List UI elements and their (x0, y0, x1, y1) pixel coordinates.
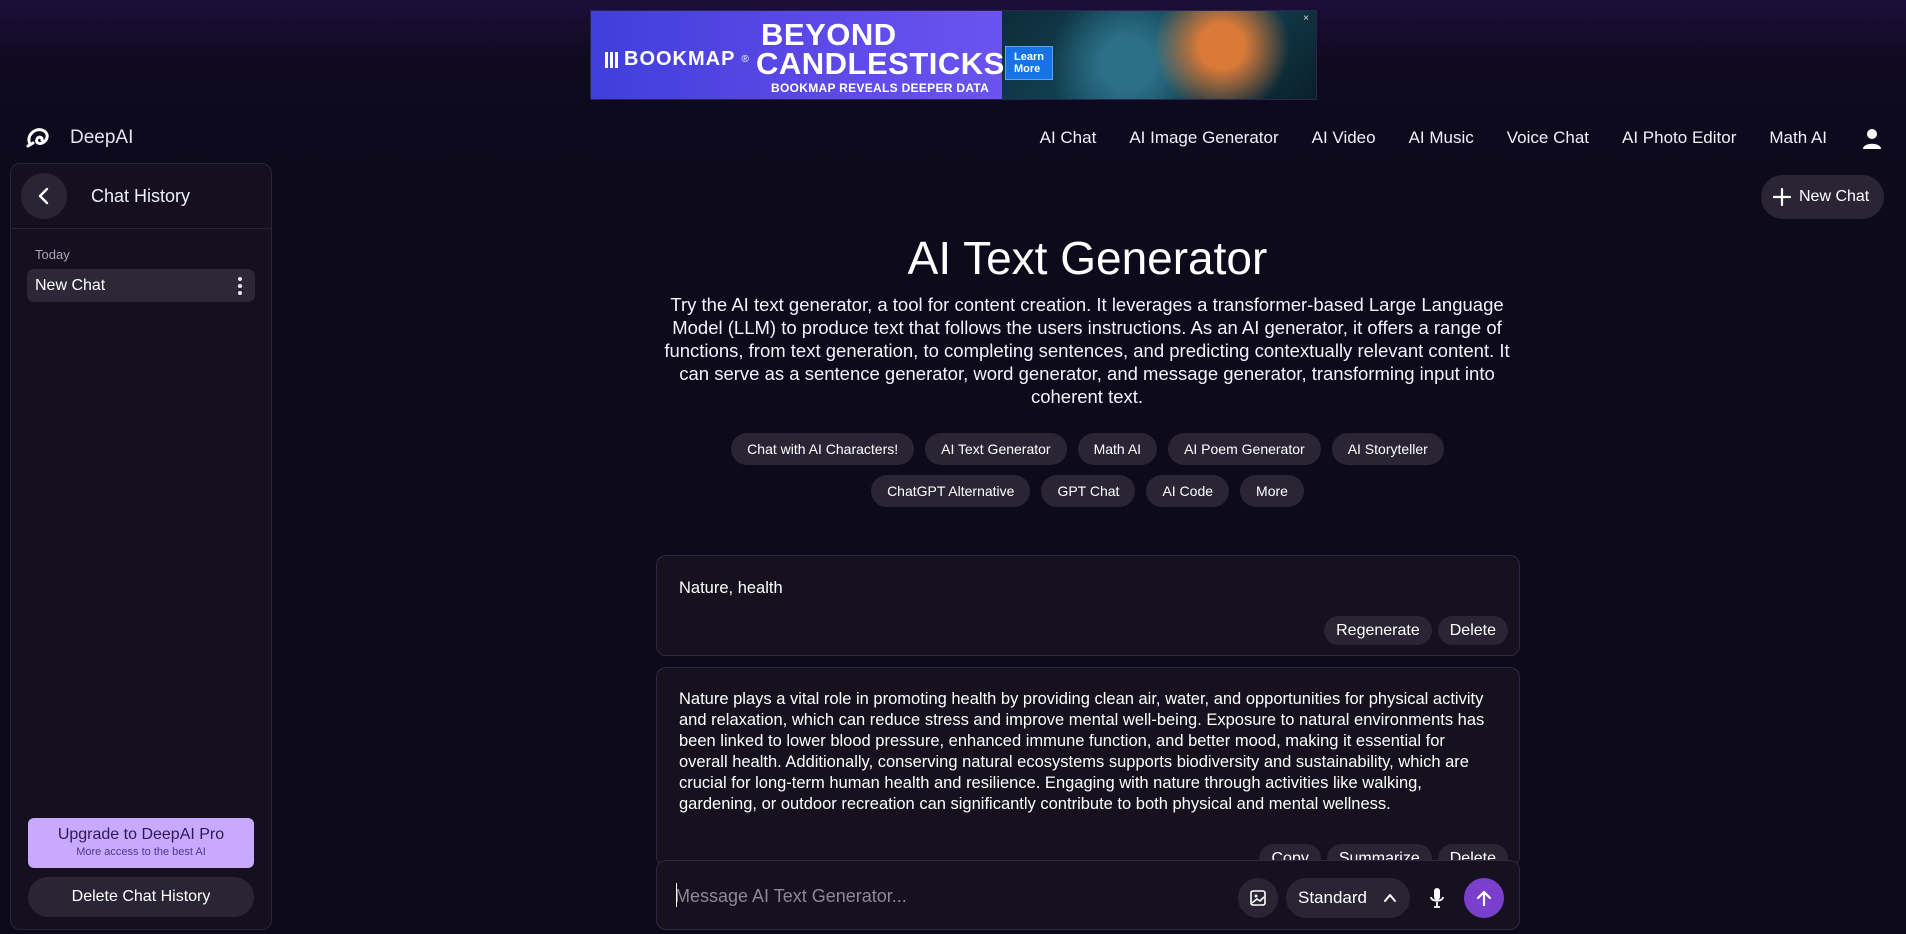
page-title: AI Text Generator (907, 232, 1268, 284)
ad-logo: BOOKMAP ® (605, 48, 750, 71)
chip-ai-storyteller[interactable]: AI Storyteller (1331, 433, 1444, 465)
ad-banner[interactable]: BOOKMAP ® BEYOND CANDLESTICKS BOOKMAP REV… (590, 10, 1317, 100)
new-chat-label: New Chat (1799, 188, 1870, 205)
mode-selector[interactable]: Standard (1286, 878, 1410, 918)
chip-ai-text-generator[interactable]: AI Text Generator (925, 433, 1067, 465)
ad-close-icon[interactable]: × (1300, 13, 1312, 25)
ad-left-panel: BOOKMAP ® BEYOND CANDLESTICKS BOOKMAP REV… (591, 11, 1053, 99)
chip-math-ai[interactable]: Math AI (1077, 433, 1158, 465)
user-message-card: Nature, health Regenerate Delete (656, 555, 1520, 656)
message-composer: Standard (656, 860, 1520, 930)
sidebar-title: Chat History (91, 185, 191, 206)
chip-more[interactable]: More (1240, 475, 1304, 507)
ad-brand: BOOKMAP (624, 48, 736, 70)
arrow-up-icon (1476, 890, 1492, 907)
upgrade-button[interactable]: Upgrade to DeepAI Pro More access to the… (28, 818, 254, 868)
nav-voice-chat[interactable]: Voice Chat (1507, 128, 1589, 148)
upgrade-subtitle: More access to the best AI (76, 846, 206, 858)
message-input[interactable] (675, 881, 1235, 911)
brand[interactable]: DeepAI (24, 124, 133, 152)
ad-subline: BOOKMAP REVEALS DEEPER DATA (771, 81, 990, 95)
page-description: Try the AI text generator, a tool for co… (664, 294, 1510, 407)
microphone-icon (1430, 888, 1444, 908)
nav-ai-chat[interactable]: AI Chat (1040, 128, 1097, 148)
collapse-sidebar-button[interactable] (21, 173, 67, 219)
nav-ai-photo-editor[interactable]: AI Photo Editor (1622, 128, 1736, 148)
chip-chat-with-ai-characters[interactable]: Chat with AI Characters! (731, 433, 915, 465)
chevron-up-icon (1384, 894, 1396, 902)
chevron-left-icon (38, 187, 49, 205)
new-chat-button[interactable]: New Chat (1761, 175, 1884, 219)
user-message-actions: Regenerate Delete (1324, 616, 1508, 645)
upgrade-title: Upgrade to DeepAI Pro (57, 826, 225, 843)
ai-response-text: Nature plays a vital role in promoting h… (679, 690, 1485, 813)
chip-gpt-chat[interactable]: GPT Chat (1041, 475, 1136, 507)
brand-name: DeepAI (70, 127, 134, 148)
nav-ai-music[interactable]: AI Music (1409, 128, 1474, 148)
nav-math-ai[interactable]: Math AI (1769, 128, 1827, 148)
deepai-logo-icon (26, 128, 49, 148)
delete-button[interactable]: Delete (1437, 616, 1508, 645)
image-icon (1250, 890, 1266, 906)
send-button[interactable] (1464, 878, 1504, 918)
bookmap-logo-icon (605, 51, 618, 68)
regenerate-button[interactable]: Regenerate (1324, 616, 1432, 645)
ad-learn-more-button[interactable]: Learn More (1005, 46, 1053, 80)
microphone-button[interactable] (1417, 878, 1457, 918)
tool-chips-row-2: ChatGPT Alternative GPT Chat AI Code Mor… (660, 475, 1515, 507)
ad-headline-2: CANDLESTICKS (756, 46, 1005, 81)
text-caret (676, 883, 677, 907)
chip-chatgpt-alternative[interactable]: ChatGPT Alternative (871, 475, 1031, 507)
nav-ai-video[interactable]: AI Video (1312, 128, 1376, 148)
ad-brand-mark: ® (741, 54, 750, 65)
mode-selector-value: Standard (1298, 888, 1367, 907)
chip-ai-code[interactable]: AI Code (1146, 475, 1230, 507)
tool-chips-row-1: Chat with AI Characters! AI Text Generat… (660, 433, 1515, 465)
chip-ai-poem-generator[interactable]: AI Poem Generator (1168, 433, 1321, 465)
plus-icon (1773, 188, 1791, 206)
user-message-text: Nature, health (679, 579, 783, 597)
attach-image-button[interactable] (1238, 878, 1278, 918)
ai-response-card: Nature plays a vital role in promoting h… (656, 667, 1520, 867)
nav-ai-image-generator[interactable]: AI Image Generator (1129, 128, 1278, 148)
user-icon[interactable] (1860, 126, 1884, 150)
top-nav: AI Chat AI Image Generator AI Video AI M… (1007, 126, 1884, 150)
delete-chat-history-button[interactable]: Delete Chat History (28, 877, 254, 917)
sidebar-header: Chat History (11, 164, 271, 229)
